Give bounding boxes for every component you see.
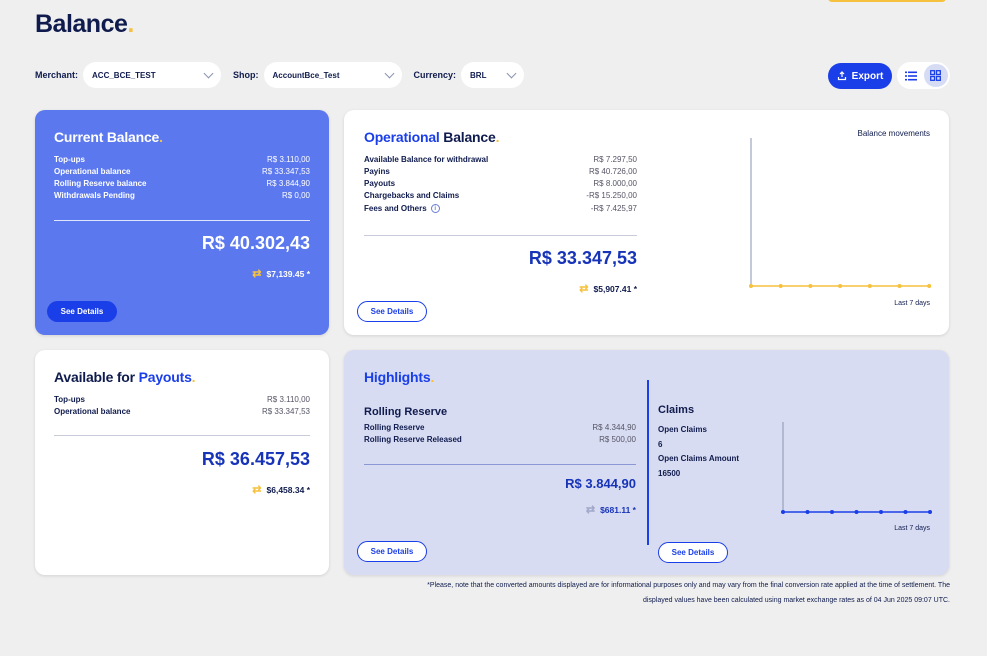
- chart-point: [781, 510, 785, 514]
- chart-point: [867, 284, 872, 288]
- list-item: Top-ups R$ 3.110,00: [54, 155, 310, 164]
- grid-view-button[interactable]: [923, 64, 948, 87]
- filters-bar: Merchant: ACC_BCE_TEST Shop: AccountBce_…: [35, 62, 536, 88]
- highlights-card: Highlights. Rolling Reserve Rolling Rese…: [344, 350, 949, 575]
- shop-select[interactable]: AccountBce_Test: [263, 62, 402, 88]
- merchant-select[interactable]: ACC_BCE_TEST: [83, 62, 222, 88]
- chart-point: [778, 284, 783, 288]
- available-payouts-card: Available for Payouts. Top-ups R$ 3.110,0…: [35, 350, 329, 575]
- page-title: Balance.: [35, 10, 134, 38]
- rolling-reserve-total: R$ 3.844,90: [565, 476, 636, 491]
- open-claims-value: 6: [658, 439, 663, 449]
- current-balance-total: R$ 40.302,43: [201, 233, 310, 253]
- chart-point: [830, 510, 834, 514]
- merchant-label: Merchant:: [35, 70, 79, 80]
- chevron-down-icon: [384, 68, 394, 78]
- rolling-reserve-converted: ⇄ $681.11 *: [585, 504, 636, 516]
- operational-balance-see-details-button[interactable]: See Details: [357, 301, 427, 322]
- exchange-icon: ⇄: [579, 283, 589, 295]
- chart-point: [749, 284, 753, 288]
- list-item: Payins R$ 40.726,00: [364, 167, 637, 176]
- list-item: Rolling Reserve balance R$ 3.844,90: [54, 179, 310, 188]
- operational-balance-title: Operational Balance.: [364, 129, 500, 145]
- claims-chart-footer: Last 7 days: [894, 525, 930, 532]
- list-item: Rolling Reserve Released R$ 500,00: [364, 435, 636, 444]
- list-item: Top-ups R$ 3.110,00: [54, 395, 310, 404]
- operational-balance-total: R$ 33.347,53: [528, 248, 637, 268]
- info-icon[interactable]: i: [430, 204, 440, 214]
- chevron-down-icon: [506, 68, 517, 78]
- available-payouts-title: Available for Payouts.: [54, 369, 196, 385]
- available-payouts-rows: Top-ups R$ 3.110,00 Operational balance R$…: [54, 394, 310, 418]
- list-item: Operational balance R$ 33.347,53: [54, 167, 310, 176]
- rolling-reserve-rows: Rolling Reserve R$ 4.344,90 Rolling Reser…: [364, 422, 636, 446]
- list-icon: [905, 71, 918, 80]
- exchange-icon: ⇄: [252, 484, 262, 496]
- export-button[interactable]: Export: [828, 63, 892, 89]
- list-item: Rolling Reserve R$ 4.344,90: [364, 423, 636, 432]
- operational-balance-rows: Available Balance for withdrawal R$ 7.297…: [364, 154, 637, 216]
- claims-details: Open Claims 6 Open Claims Amount 16500: [658, 423, 739, 481]
- shop-label: Shop:: [233, 70, 259, 80]
- list-item: Fees and Others i -R$ 7.425,97: [364, 204, 637, 214]
- chart-point: [903, 510, 908, 514]
- operational-balance-card: Operational Balance. Available Balance f…: [344, 110, 949, 335]
- balance-movements-chart: [749, 138, 932, 288]
- chart-point: [854, 510, 859, 514]
- list-view-button[interactable]: [899, 64, 924, 87]
- top-accent-bar: [828, 0, 946, 2]
- chart-point: [808, 284, 813, 288]
- divider: [54, 435, 310, 436]
- chart-point: [928, 510, 932, 514]
- list-item: Operational balance R$ 33.347,53: [54, 407, 310, 416]
- chart-point: [897, 284, 902, 288]
- chart-point: [879, 510, 883, 514]
- available-payouts-total: R$ 36.457,53: [201, 449, 310, 469]
- open-claims-amount-value: 16500: [658, 468, 681, 478]
- highlights-title: Highlights.: [364, 369, 435, 385]
- claims-chart: [781, 422, 932, 514]
- chart-point: [927, 284, 932, 288]
- view-toggle: [897, 62, 950, 89]
- exchange-icon: ⇄: [585, 504, 596, 516]
- current-balance-card: Current Balance. Top-ups R$ 3.110,00 Oper…: [35, 110, 329, 335]
- open-claims-label: Open Claims: [658, 425, 707, 434]
- divider: [54, 220, 310, 221]
- current-balance-rows: Top-ups R$ 3.110,00 Operational balance R$…: [54, 154, 310, 202]
- currency-select[interactable]: BRL: [461, 62, 525, 88]
- available-payouts-converted: ⇄ $6,458.34 *: [252, 484, 310, 496]
- claims-see-details-button[interactable]: See Details: [658, 542, 728, 563]
- list-item: Payouts R$ 8.000,00: [364, 179, 637, 188]
- list-item: Withdrawals Pending R$ 0,00: [54, 191, 310, 200]
- current-balance-converted: ⇄ $7,139.45 *: [252, 268, 310, 280]
- chart-point: [805, 510, 810, 514]
- section-divider: [647, 380, 649, 545]
- claims-title: Claims: [658, 404, 695, 416]
- open-claims-amount-label: Open Claims Amount: [658, 454, 740, 463]
- exchange-icon: ⇄: [252, 268, 262, 280]
- chevron-down-icon: [203, 68, 214, 78]
- chart-point: [838, 284, 843, 288]
- divider: [364, 235, 637, 236]
- current-balance-see-details-button[interactable]: See Details: [47, 301, 117, 322]
- footnote: *Please, note that the converted amounts…: [427, 582, 950, 604]
- list-item: Chargebacks and Claims -R$ 15.250,00: [364, 191, 637, 200]
- export-icon: [837, 71, 846, 81]
- balance-movements-chart-footer: Last 7 days: [894, 300, 930, 307]
- rolling-reserve-title: Rolling Reserve: [364, 406, 448, 418]
- current-balance-title: Current Balance.: [54, 129, 163, 145]
- operational-balance-converted: ⇄ $5,907.41 *: [579, 283, 637, 295]
- grid-icon: [930, 70, 942, 81]
- currency-label: Currency:: [413, 70, 457, 80]
- rolling-reserve-see-details-button[interactable]: See Details: [357, 541, 427, 562]
- divider: [364, 464, 636, 465]
- list-item: Available Balance for withdrawal R$ 7.297…: [364, 155, 637, 164]
